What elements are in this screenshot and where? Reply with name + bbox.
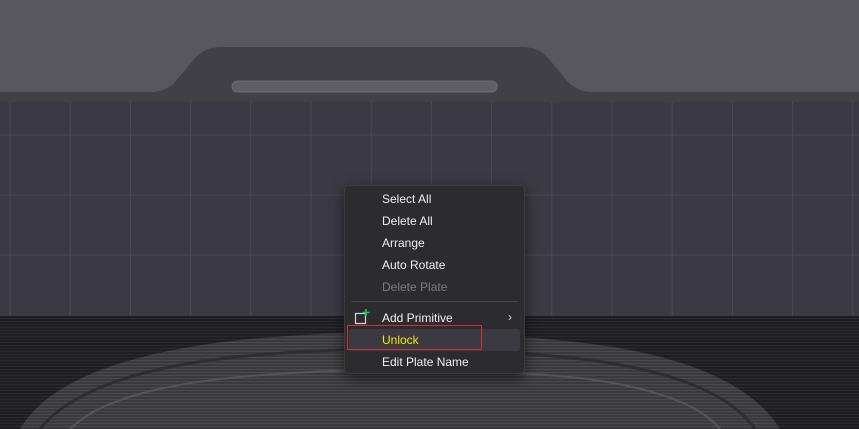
menu-item-delete-all[interactable]: Delete All (349, 210, 520, 232)
menu-item-label: Edit Plate Name (382, 355, 469, 369)
menu-item-label: Add Primitive (382, 311, 453, 325)
menu-item-label: Delete Plate (382, 280, 448, 294)
menu-item-select-all[interactable]: Select All (349, 188, 520, 210)
menu-item-label: Select All (382, 192, 432, 206)
add-primitive-icon (354, 309, 370, 325)
menu-item-edit-plate-name[interactable]: Edit Plate Name (349, 351, 520, 373)
context-menu: Select All Delete All Arrange Auto Rotat… (344, 185, 525, 374)
menu-separator (351, 301, 518, 302)
menu-item-delete-plate: Delete Plate (349, 276, 520, 298)
menu-item-label: Delete All (382, 214, 433, 228)
menu-item-arrange[interactable]: Arrange (349, 232, 520, 254)
plate-handle-slot (231, 80, 498, 93)
menu-item-label: Auto Rotate (382, 258, 446, 272)
menu-item-unlock[interactable]: Unlock (349, 329, 520, 351)
menu-item-auto-rotate[interactable]: Auto Rotate (349, 254, 520, 276)
menu-item-add-primitive[interactable]: Add Primitive › (349, 307, 520, 329)
3d-viewport[interactable]: Select All Delete All Arrange Auto Rotat… (0, 0, 859, 429)
menu-item-label: Unlock (382, 333, 419, 347)
menu-item-label: Arrange (382, 236, 425, 250)
chevron-right-icon: › (508, 310, 512, 324)
